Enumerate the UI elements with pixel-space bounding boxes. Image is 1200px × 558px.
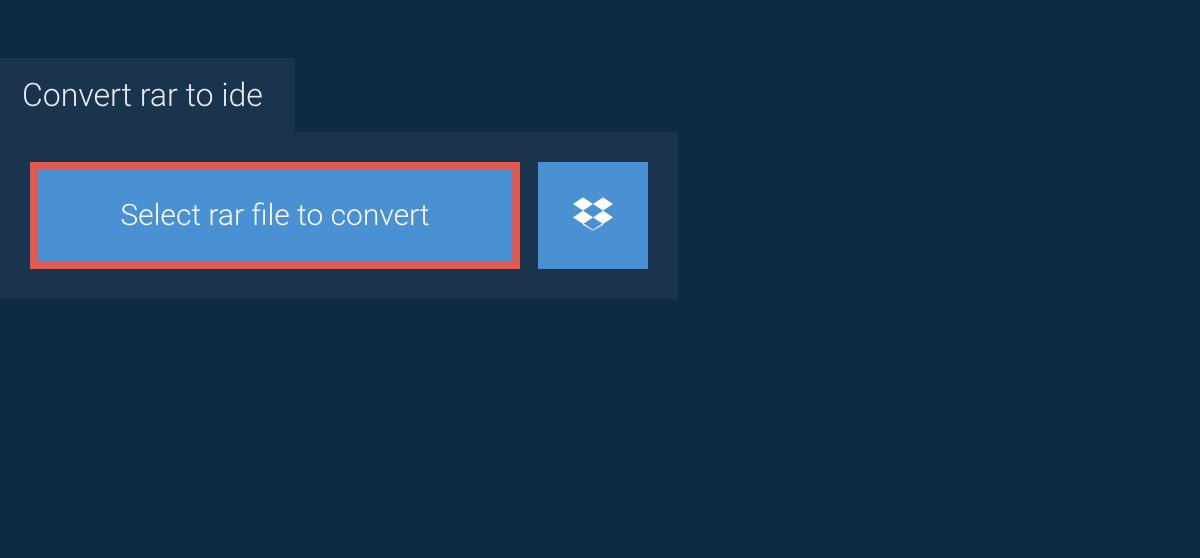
select-file-button[interactable]: Select rar file to convert [30,162,520,269]
dropbox-button[interactable] [538,162,648,269]
convert-panel: Select rar file to convert [0,132,678,299]
dropbox-icon [573,194,613,238]
tab-convert[interactable]: Convert rar to ide [0,58,295,132]
select-file-button-label: Select rar file to convert [120,198,429,233]
tab-bar: Convert rar to ide [0,58,1200,132]
tab-title: Convert rar to ide [22,76,263,114]
